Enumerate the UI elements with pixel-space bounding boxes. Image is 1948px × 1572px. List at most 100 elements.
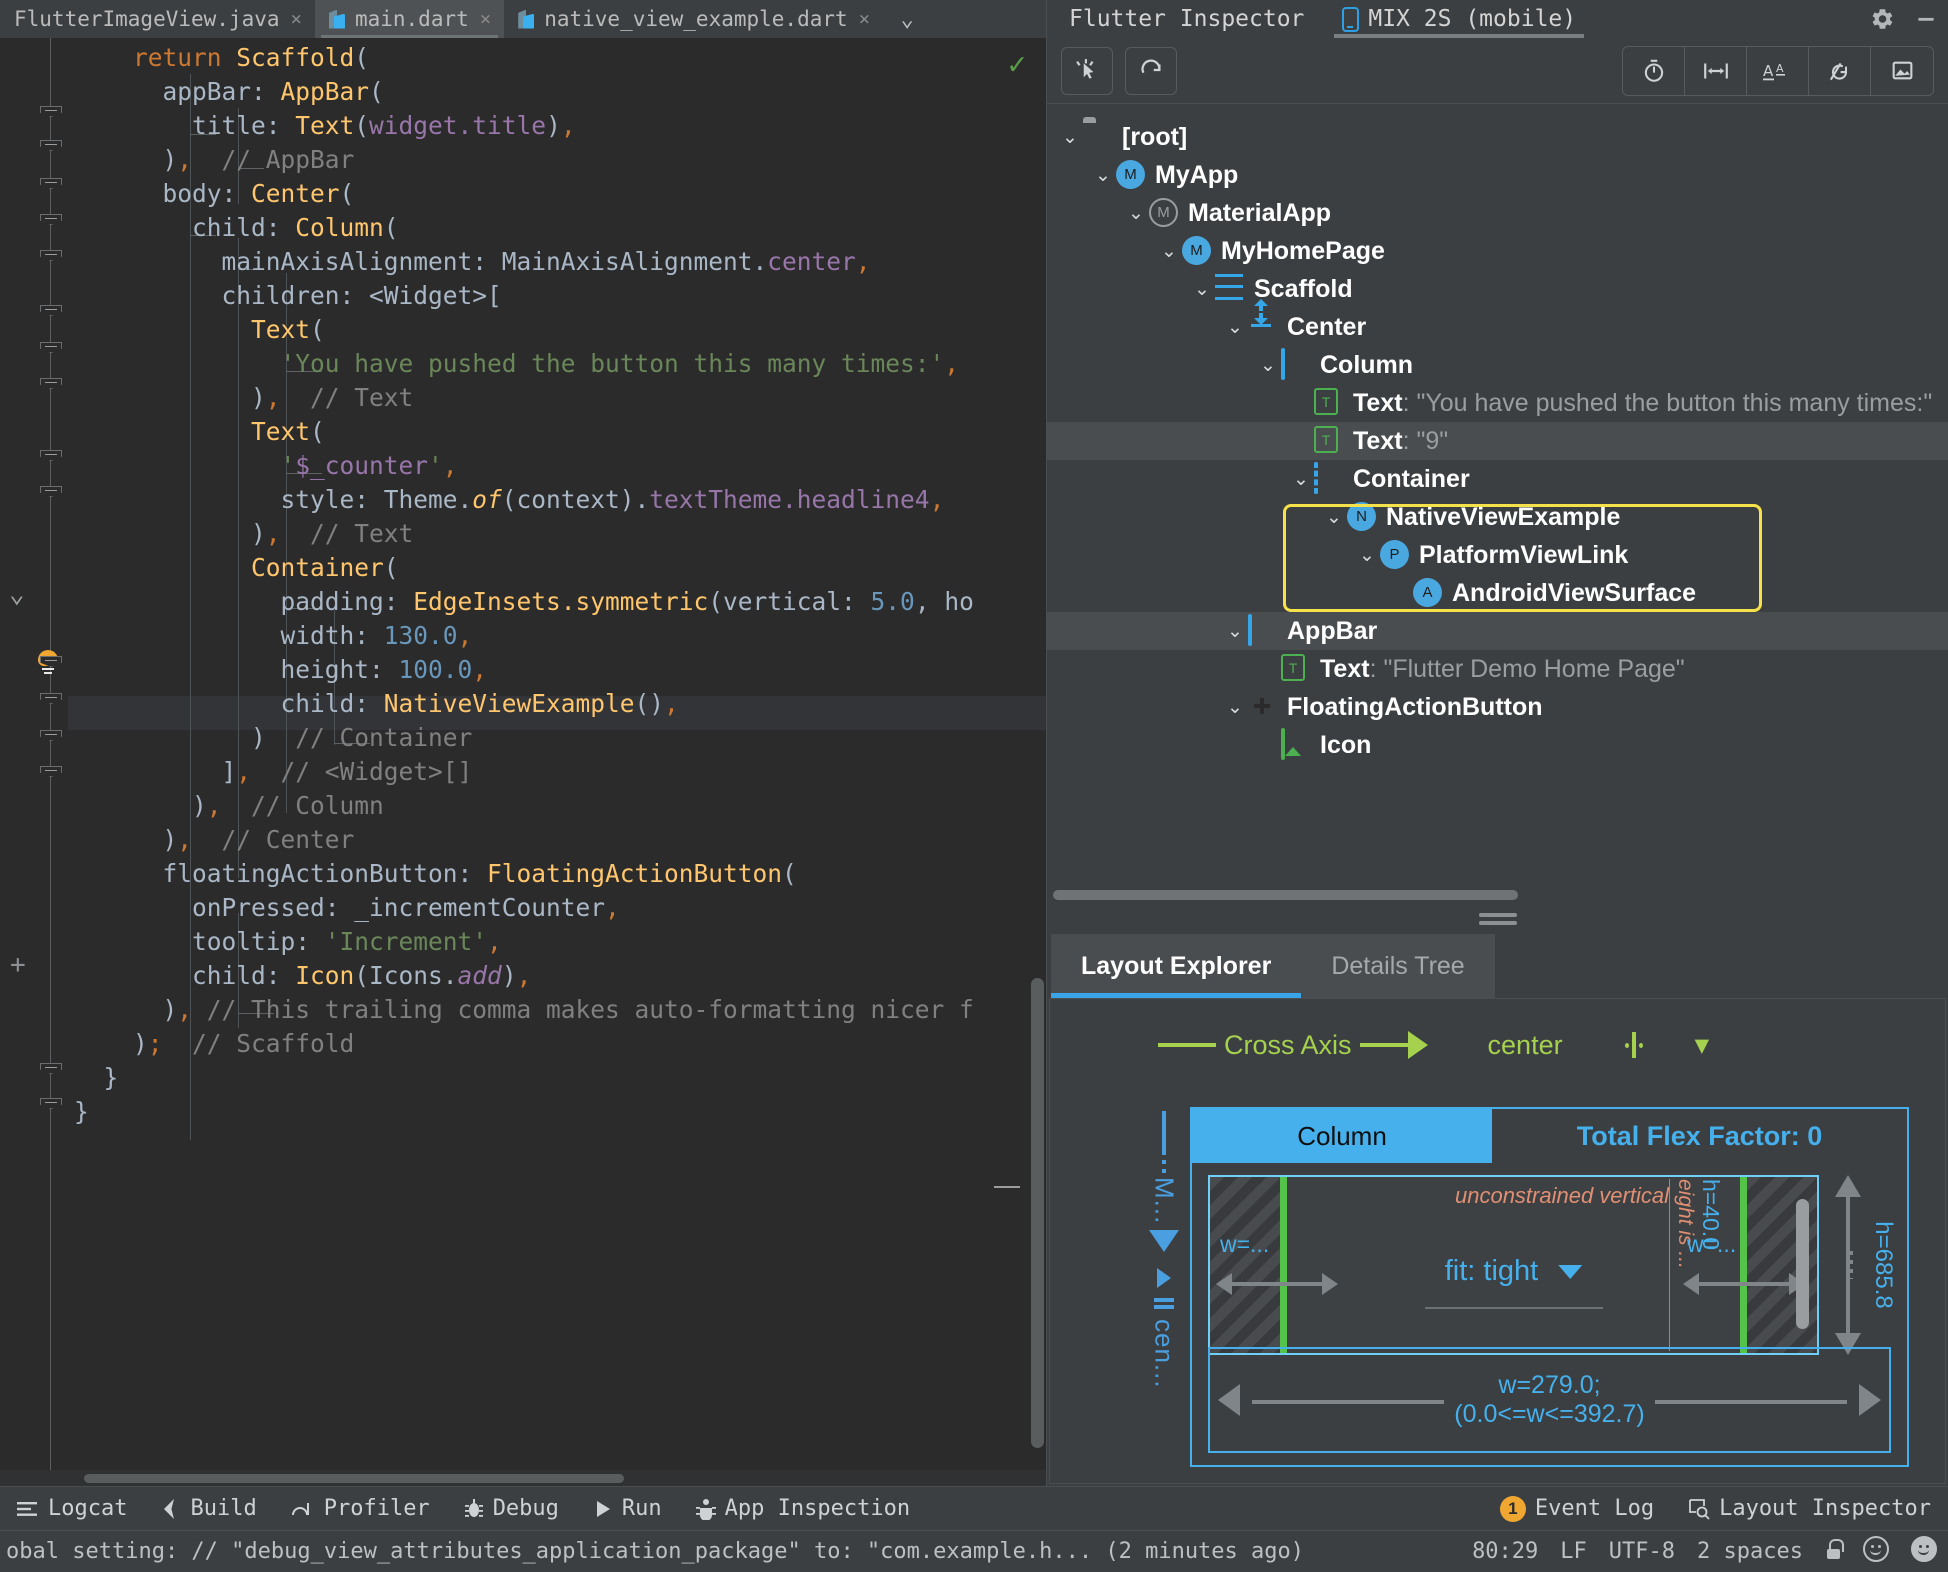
file-encoding[interactable]: UTF-8 [1598,1539,1686,1564]
chevron-down-icon[interactable]: ⌄ [1156,240,1182,263]
smiley-outline-icon[interactable] [1852,1535,1900,1568]
code-line[interactable]: ) // Container [68,721,1046,755]
add-icon[interactable]: + [10,950,26,980]
toolwindow-run[interactable]: Run [576,1496,679,1521]
baseline-AA-icon[interactable]: AA [1747,46,1809,95]
tree-node-scaffold[interactable]: ⌄ Scaffold [1047,270,1948,308]
chevron-down-icon[interactable]: ⌄ [1354,544,1380,567]
code-line[interactable]: tooltip: 'Increment', [68,925,1046,959]
tree-node-text[interactable]: ⌄T Text: "Flutter Demo Home Page" [1047,650,1948,688]
tree-node-platformviewlink[interactable]: ⌄ P PlatformViewLink [1047,536,1948,574]
fold-marker[interactable] [40,486,62,497]
editor-horizontal-scrollbar-track[interactable] [0,1470,1046,1486]
tab-layout-explorer[interactable]: Layout Explorer [1051,934,1302,998]
tree-node-myhomepage[interactable]: ⌄ M MyHomePage [1047,232,1948,270]
close-icon[interactable]: × [859,8,870,30]
code-line[interactable]: style: Theme.of(context).textTheme.headl… [68,483,1046,517]
image-icon[interactable] [1871,47,1933,95]
toolwindow-build[interactable]: Build [144,1496,273,1521]
editor-gutter[interactable]: ⌄ + [0,38,68,1470]
tree-horizontal-scrollbar-track[interactable] [1047,886,1948,904]
code-line[interactable]: appBar: AppBar( [68,75,1046,109]
code-line[interactable]: ); // Scaffold [68,1027,1046,1061]
editor-tab-native-view-example[interactable]: native_view_example.dart × [504,0,883,38]
code-line[interactable]: ), // Column [68,789,1046,823]
caret-position[interactable]: 80:29 [1461,1539,1549,1564]
toolwindow-event-log[interactable]: 1 Event Log [1483,1495,1671,1522]
code-line[interactable]: child: NativeViewExample(), [68,687,1046,721]
fold-marker[interactable] [40,140,62,151]
repaint-icon[interactable] [1809,46,1871,95]
refresh-icon[interactable] [1125,46,1177,95]
tree-node-myapp[interactable]: ⌄ M MyApp [1047,156,1948,194]
fold-marker[interactable] [40,1063,62,1074]
chevron-down-icon[interactable]: ⌄ [1123,202,1149,225]
code-line[interactable]: 'You have pushed the button this many ti… [68,347,1046,381]
code-line[interactable]: } [68,1095,1046,1129]
lock-icon[interactable] [1814,1538,1852,1565]
fold-marker[interactable] [40,214,62,225]
code-line[interactable]: } [68,1061,1046,1095]
code-line[interactable]: child: Column( [68,211,1046,245]
fold-marker[interactable] [40,250,62,261]
tree-node-appbar[interactable]: ⌄ AppBar [1047,612,1948,650]
code-line[interactable]: Text( [68,415,1046,449]
toolwindow-debug[interactable]: Debug [447,1496,576,1521]
fold-marker[interactable] [40,1098,62,1109]
code-line[interactable]: onPressed: _incrementCounter, [68,891,1046,925]
line-separator[interactable]: LF [1549,1539,1598,1564]
code-line[interactable]: child: Icon(Icons.add), [68,959,1046,993]
tree-node-center[interactable]: ⌄ Center [1047,299,1948,346]
widget-tree[interactable]: ⌄ [root] ⌄ M MyApp ⌄ M MaterialApp ⌄ M MyHomePage ⌄… [1047,104,1948,904]
chevron-down-icon[interactable]: ⌄ [1321,506,1347,529]
fold-marker[interactable] [40,178,62,189]
tree-node-nativeviewexample[interactable]: ⌄ N NativeViewExample [1047,498,1948,536]
close-icon[interactable]: × [291,8,302,30]
code-line[interactable]: ), // Text [68,381,1046,415]
child-fit-dropdown[interactable]: fit: tight [1445,1255,1583,1288]
device-tab[interactable]: MIX 2S (mobile) [1332,0,1586,38]
chevron-down-icon[interactable]: ⌄ [1222,696,1248,719]
code-line[interactable]: ], // <Widget>[] [68,755,1046,789]
child-layout-box[interactable]: unconstrained vertical fit: tight eight … [1208,1175,1819,1355]
collapse-chevron-icon[interactable]: ⌄ [9,581,25,607]
guidelines-icon[interactable] [1685,46,1747,95]
chevron-down-icon[interactable]: ⌄ [1057,126,1083,149]
code-line[interactable]: padding: EdgeInsets.symmetric(vertical: … [68,585,1046,619]
panel-splitter[interactable] [1047,904,1948,934]
code-line[interactable]: floatingActionButton: FloatingActionButt… [68,857,1046,891]
toolwindow-logcat[interactable]: Logcat [0,1496,144,1521]
tree-node-materialapp[interactable]: ⌄ M MaterialApp [1047,194,1948,232]
code-line[interactable]: Text( [68,313,1046,347]
tree-node-icon[interactable]: ⌄ Icon [1047,726,1948,764]
chevron-down-icon[interactable]: ⌄ [1288,468,1314,491]
chevron-down-icon[interactable]: ⌄ [1255,354,1281,377]
tree-node-androidviewsurface[interactable]: ⌄A AndroidViewSurface [1047,574,1948,612]
code-line[interactable]: body: Center( [68,177,1046,211]
editor-horizontal-scrollbar[interactable] [84,1474,624,1483]
fold-marker[interactable] [40,693,62,704]
toolwindow-app-inspection[interactable]: App Inspection [679,1496,927,1521]
tree-node-floatingactionbutton[interactable]: ⌄ FloatingActionButton [1047,688,1948,726]
tree-node-root[interactable]: ⌄ [root] [1047,118,1948,156]
tree-horizontal-scrollbar[interactable] [1053,890,1518,900]
minimize-icon[interactable] [1904,0,1948,38]
fold-marker[interactable] [40,656,62,667]
tree-node-text[interactable]: ⌄T Text: "You have pushed the button this… [1047,384,1948,422]
fold-marker[interactable] [40,450,62,461]
code-line[interactable]: ), // Center [68,823,1046,857]
close-icon[interactable]: × [480,8,491,30]
chevron-down-icon[interactable]: ▼ [1695,1031,1709,1059]
toolwindow-profiler[interactable]: Profiler [274,1496,447,1521]
editor-vertical-scrollbar[interactable] [1031,978,1044,1448]
fold-marker[interactable] [40,106,62,117]
gear-icon[interactable] [1860,0,1904,38]
code-line[interactable]: ), // Text [68,517,1046,551]
tree-node-container[interactable]: ⌄ Container [1047,460,1948,498]
main-axis-alignment-value[interactable]: cen... [1149,1319,1180,1389]
code-area[interactable]: return Scaffold( appBar: AppBar( title: … [68,38,1046,1470]
code-line[interactable]: children: <Widget>[ [68,279,1046,313]
code-line[interactable]: mainAxisAlignment: MainAxisAlignment.cen… [68,245,1046,279]
fold-marker[interactable] [40,378,62,389]
chevron-down-icon[interactable]: ⌄ [1222,316,1248,339]
